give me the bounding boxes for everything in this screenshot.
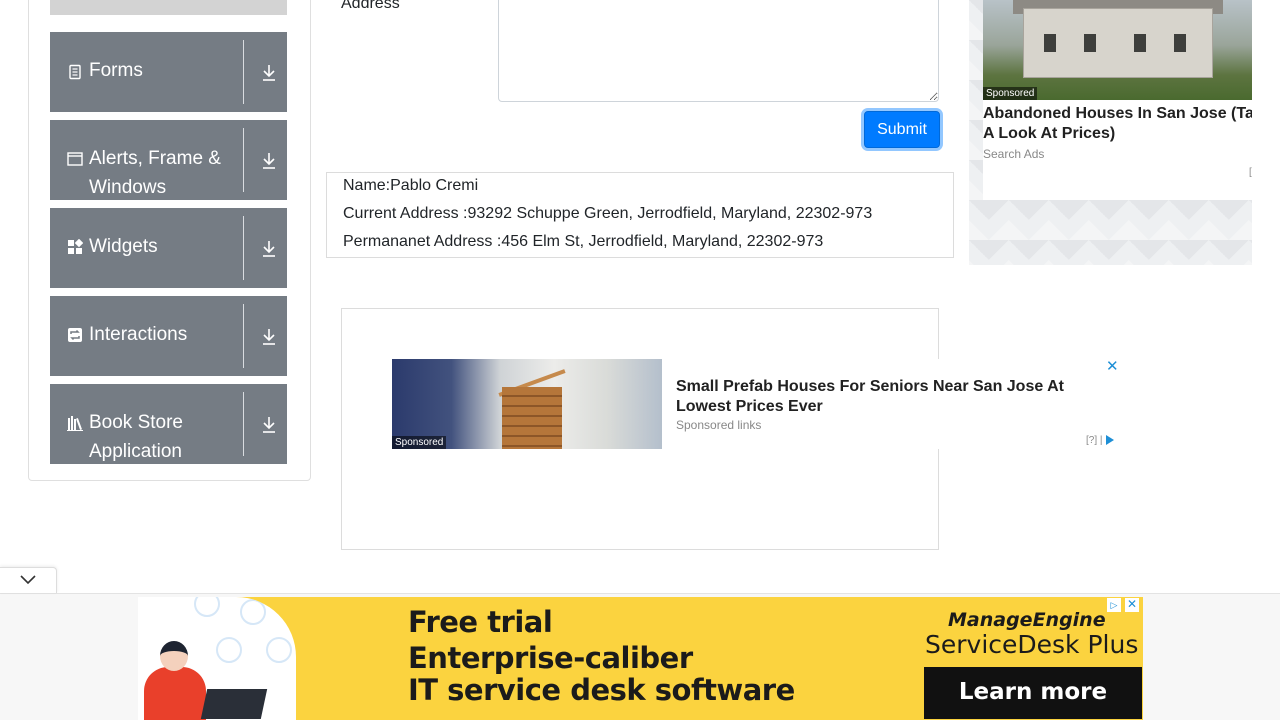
house-window [1084, 34, 1096, 52]
permanent-address-label: Address [341, 0, 400, 12]
phone-icon [216, 637, 242, 663]
bottom-banner-ad[interactable]: Free trial Enterprise-caliber IT service… [138, 597, 1143, 720]
sidebar-group-header[interactable] [50, 0, 287, 15]
output-permanent-address: Permananet Address :456 Elm St, Jerrodfi… [343, 233, 824, 250]
mid-ad-source[interactable]: Sponsored links [676, 418, 761, 432]
sidebar-group-forms[interactable]: Forms [50, 32, 287, 112]
sidebar-group-label: Book Store Application [89, 412, 183, 462]
adchoices-icon[interactable]: [?] | [1249, 167, 1252, 178]
ad-image-prefab-house[interactable]: Sponsored [392, 359, 662, 449]
download-icon[interactable] [261, 328, 277, 346]
submit-button[interactable]: Submit [864, 111, 940, 148]
download-icon[interactable] [261, 416, 277, 434]
download-icon[interactable] [261, 152, 277, 170]
download-icon[interactable] [261, 64, 277, 82]
person-head [160, 641, 188, 671]
house-window [1134, 34, 1146, 52]
right-ad-source[interactable]: Search Ads [983, 147, 1044, 161]
adchoices-icon[interactable]: ▷ [1107, 598, 1121, 612]
user-icon [194, 597, 220, 617]
book-icon [67, 416, 83, 431]
chevron-down-icon [20, 575, 36, 585]
house [1023, 8, 1213, 78]
gear-icon [240, 599, 266, 625]
banner-illustration [138, 597, 296, 720]
banner-line-1: Free trial [408, 605, 553, 639]
adchoice-text: [?] [1249, 167, 1252, 178]
sponsored-tag: Sponsored [392, 436, 447, 449]
ad-image-abandoned-house[interactable]: Sponsored [983, 0, 1252, 100]
chart-icon [266, 637, 292, 663]
sidebar-group-label: Forms [89, 60, 143, 81]
adchoices-icon[interactable]: [?] | [1086, 435, 1114, 446]
banner-line-2: Enterprise-caliber [408, 641, 693, 675]
close-icon[interactable]: ✕ [1125, 598, 1139, 612]
output-panel: Name:Pablo Cremi Current Address :93292 … [326, 172, 954, 258]
widgets-icon [68, 239, 83, 254]
interactions-icon [68, 328, 82, 342]
permanent-address-textarea[interactable] [498, 0, 939, 102]
right-ad-container: Sponsored Abandoned Houses In San Jose (… [969, 0, 1252, 265]
stairs [502, 387, 562, 449]
close-icon[interactable]: ✕ [1106, 359, 1119, 375]
sidebar-group-interactions[interactable]: Interactions [50, 296, 287, 376]
window-icon [67, 152, 83, 166]
divider [243, 216, 244, 280]
collapse-ad-button[interactable] [0, 567, 57, 593]
divider [243, 128, 244, 192]
banner-line-3: IT service desk software [408, 673, 795, 707]
sidebar-group-label: Widgets [89, 236, 158, 257]
divider [243, 40, 244, 104]
learn-more-button[interactable]: Learn more [924, 667, 1142, 719]
house-window [1174, 34, 1186, 52]
sidebar-group-alerts[interactable]: Alerts, Frame & Windows [50, 120, 287, 200]
divider [243, 304, 244, 368]
sidebar-group-label: Alerts, Frame & Windows [89, 148, 221, 198]
output-name: Name:Pablo Cremi [343, 177, 479, 194]
laptop-illustration [200, 689, 268, 719]
sidebar-group-widgets[interactable]: Widgets [50, 208, 287, 288]
mid-ad[interactable]: Sponsored Small Prefab Houses For Senior… [392, 359, 1122, 449]
output-current-address: Current Address :93292 Schuppe Green, Je… [343, 205, 873, 222]
brand-logo-bottom: ServiceDesk Plus [925, 630, 1139, 659]
right-ad-card[interactable]: Sponsored Abandoned Houses In San Jose (… [983, 0, 1252, 200]
house-window [1044, 34, 1056, 52]
adchoice-text: [?] [1086, 435, 1098, 446]
mid-ad-title[interactable]: Small Prefab Houses For Seniors Near San… [676, 377, 1096, 417]
person-illustration [144, 667, 206, 720]
sponsored-tag: Sponsored [983, 87, 1038, 100]
brand-logo-top: ManageEngine [948, 609, 1106, 631]
sidebar-group-book-store[interactable]: Book Store Application [50, 384, 287, 464]
right-ad-title[interactable]: Abandoned Houses In San Jose (Take A Loo… [983, 104, 1252, 144]
divider [243, 392, 244, 456]
form-icon [69, 64, 81, 80]
download-icon[interactable] [261, 240, 277, 258]
sidebar-group-label: Interactions [89, 324, 188, 345]
